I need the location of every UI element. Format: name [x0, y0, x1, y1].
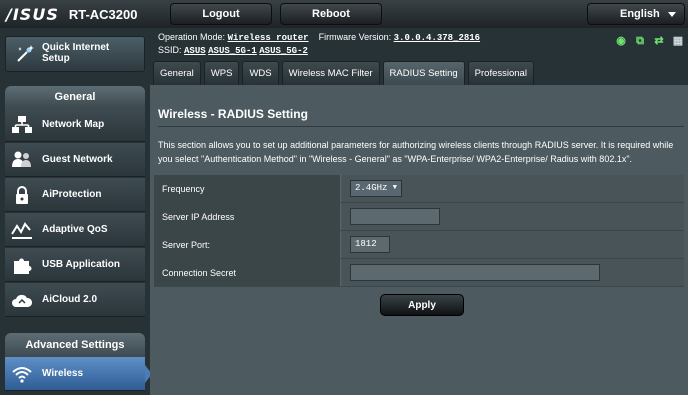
wifi-icon	[12, 367, 32, 383]
sidebar-item-label: Adaptive QoS	[42, 224, 108, 235]
tab-radius-setting[interactable]: RADIUS Setting	[382, 61, 465, 85]
sidebar-item-label: Wireless	[42, 368, 84, 379]
language-label: English	[620, 8, 660, 20]
ssid-label: SSID:	[158, 45, 182, 55]
clients-icon[interactable]: ◉	[615, 36, 627, 47]
advanced-section-title: Advanced Settings	[5, 333, 145, 357]
ssid-link[interactable]: ASUS	[184, 46, 206, 56]
qos-icon	[11, 222, 32, 239]
connection-secret-row: Connection Secret	[154, 259, 684, 287]
firmware-label: Firmware Version:	[318, 32, 392, 42]
sidebar: Quick Internet Setup General Network Map…	[0, 28, 150, 395]
qis-label-line1: Quick Internet	[42, 42, 110, 53]
tab-wireless-mac-filter[interactable]: Wireless MAC Filter	[281, 61, 380, 85]
qis-label-line2: Setup	[42, 53, 70, 64]
server-ip-row: Server IP Address	[154, 203, 684, 231]
server-port-input[interactable]: 1812	[350, 236, 390, 253]
apply-button[interactable]: Apply	[380, 294, 464, 316]
language-dropdown[interactable]: English	[587, 3, 685, 25]
server-port-row: Server Port: 1812	[154, 231, 684, 259]
sidebar-item-aicloud[interactable]: AiCloud 2.0	[5, 283, 145, 317]
server-port-label: Server Port:	[154, 231, 341, 258]
connection-secret-input[interactable]	[350, 264, 600, 281]
lock-icon	[16, 186, 28, 204]
wand-icon	[17, 45, 34, 62]
tab-bar: General WPS WDS Wireless MAC Filter RADI…	[153, 61, 534, 85]
ssid-link[interactable]: ASUS_5G-2	[259, 46, 308, 56]
status-icons: ◉ ⧉ ⇄ ▦	[615, 36, 684, 47]
tab-wds[interactable]: WDS	[242, 61, 279, 85]
frequency-row: Frequency 2.4GHz ▼	[154, 175, 684, 203]
opmode-label: Operation Mode:	[158, 32, 226, 42]
asus-logo: /ISUS RT-AC3200	[6, 4, 138, 24]
model-name: RT-AC3200	[68, 6, 138, 22]
guest-network-icon	[12, 151, 31, 167]
frequency-value: 2.4GHz	[355, 183, 388, 193]
page-title: Wireless - RADIUS Setting	[158, 107, 308, 121]
opmode-link[interactable]: Wireless router	[228, 33, 309, 43]
tab-professional[interactable]: Professional	[467, 61, 534, 85]
internet-status-icon[interactable]: ⧉	[634, 36, 646, 47]
usb-icon[interactable]: ⇄	[653, 36, 665, 47]
sidebar-item-label: Guest Network	[42, 154, 113, 165]
top-bar: /ISUS RT-AC3200 Logout Reboot English	[0, 0, 688, 28]
quick-internet-setup-button[interactable]: Quick Internet Setup	[5, 36, 145, 72]
sidebar-item-network-map[interactable]: Network Map	[5, 108, 145, 142]
sidebar-item-label: AiProtection	[42, 189, 102, 200]
ssid-link[interactable]: ASUS_5G-1	[208, 46, 257, 56]
sidebar-item-label: Network Map	[42, 119, 105, 130]
sidebar-item-guest-network[interactable]: Guest Network	[5, 143, 145, 177]
printer-icon[interactable]: ▦	[672, 36, 684, 47]
frequency-label: Frequency	[154, 175, 341, 202]
server-ip-input[interactable]	[350, 208, 440, 225]
connection-secret-label: Connection Secret	[154, 259, 341, 286]
general-section-title: General	[5, 86, 145, 108]
logout-button[interactable]: Logout	[170, 3, 272, 25]
page-description: This section allows you to set up additi…	[158, 140, 674, 164]
frequency-select[interactable]: 2.4GHz ▼	[350, 180, 402, 197]
chevron-down-icon	[668, 12, 676, 17]
operation-info: Operation Mode: Wireless router Firmware…	[158, 31, 480, 57]
cloud-icon	[12, 294, 33, 307]
brand-logo-text: /ISUS	[6, 4, 59, 24]
server-ip-label: Server IP Address	[154, 203, 341, 230]
network-map-icon	[12, 116, 32, 133]
divider	[158, 126, 684, 127]
sidebar-item-adaptive-qos[interactable]: Adaptive QoS	[5, 213, 145, 247]
tab-wps[interactable]: WPS	[203, 61, 240, 85]
sidebar-item-label: AiCloud 2.0	[42, 294, 98, 305]
chevron-down-icon: ▼	[392, 184, 397, 192]
reboot-button[interactable]: Reboot	[280, 3, 382, 25]
sidebar-item-wireless[interactable]: Wireless	[5, 357, 145, 391]
sidebar-item-label: USB Application	[42, 259, 120, 270]
tab-general[interactable]: General	[153, 61, 201, 85]
firmware-link[interactable]: 3.0.0.4.378_2816	[394, 33, 480, 43]
sidebar-item-usb-application[interactable]: USB Application	[5, 248, 145, 282]
settings-table: Frequency 2.4GHz ▼ Server IP Address Ser…	[154, 175, 684, 287]
main-panel: Wireless - RADIUS Setting This section a…	[150, 85, 688, 395]
puzzle-icon	[14, 258, 32, 274]
sidebar-item-aiprotection[interactable]: AiProtection	[5, 178, 145, 212]
